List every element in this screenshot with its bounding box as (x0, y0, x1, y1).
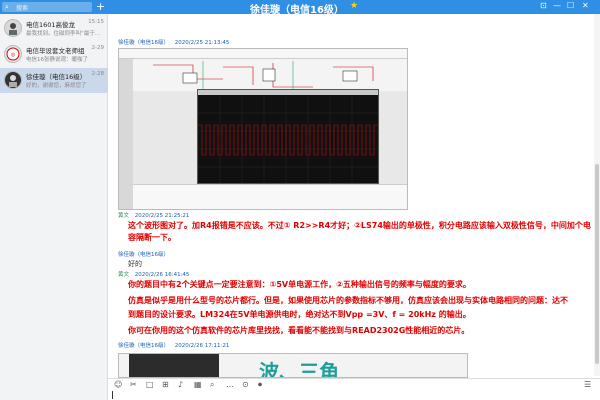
close-button[interactable]: ✕ (582, 1, 589, 10)
svg-text:◎: ◎ (11, 52, 16, 58)
message-header: 徐佳璇（电信16级） 2020/2/26 17:11:21 (118, 341, 229, 349)
conversation-preview: 好的，谢谢您，麻烦您了 (26, 83, 87, 89)
image-icon[interactable]: ⊞ (162, 380, 169, 389)
message-text: 好的 (128, 260, 142, 268)
maximize-button[interactable]: ☐ (567, 1, 574, 10)
sender-name: 徐佳璇（电信16级） (118, 40, 169, 46)
search-placeholder: 搜索 (16, 5, 29, 12)
top-bar: ⌕ 搜索 + 徐佳璇（电信16级） ★ ⊡ — ☐ ✕ (0, 0, 600, 16)
scissors-icon[interactable]: ✂ (130, 380, 137, 389)
history-icon[interactable]: ☰ (584, 380, 591, 389)
conversation-name: 徐佳璇（电信16级） (26, 73, 87, 81)
text-caret (112, 391, 113, 399)
schematic-area (133, 59, 407, 91)
message-input[interactable] (108, 390, 600, 400)
grid-icon[interactable]: ▦ (194, 380, 202, 389)
conversation-time: 2-29 (91, 45, 104, 51)
screenshot-text: 波、三角 (259, 360, 339, 378)
remote-icon[interactable]: ⊙ (242, 380, 249, 389)
screenshot-image[interactable]: 波、三角 (118, 353, 468, 378)
record-icon[interactable]: ⏺ (258, 380, 262, 390)
conversation-name: 电信1601高俊龙 (26, 21, 76, 29)
message-text: 这个波形图对了。加R4报错是不应该。不过① R2>>R4才好；②LS74输出的单… (128, 221, 591, 242)
star-icon[interactable]: ★ (350, 1, 358, 11)
chat-panel: 徐佳璇（电信16级） 2020/2/25 21:13:45 黄文 2020/2/… (108, 14, 600, 400)
conversation-name: 电信毕设套文老师组 (26, 47, 85, 55)
conversation-time: 15:15 (88, 19, 104, 25)
search-history-icon[interactable]: ⌕ (210, 380, 214, 390)
sender-name: 徐佳璇（电信16级） (118, 252, 169, 258)
sender-name: 徐佳璇（电信16级） (118, 343, 169, 349)
screenshot-image[interactable] (118, 48, 408, 210)
avatar (4, 19, 22, 37)
avatar: ◎ (4, 45, 22, 63)
message-header: 徐佳璇（电信16级） 2020/2/25 21:13:45 (118, 38, 229, 46)
conversation-preview: 最我找到。住磁同李叫“最于… (26, 31, 101, 37)
message-text: 仿真是似乎是用什么型号的芯片都行。但是，如果使用芯片的参数指标不够用，仿真应该会… (128, 296, 568, 305)
scrollbar-thumb[interactable] (595, 164, 599, 364)
message-time: 2020/2/25 21:13:45 (174, 40, 230, 46)
emoji-icon[interactable]: ☺ (114, 380, 122, 389)
message-time: 2020/2/25 21:25:21 (134, 213, 190, 219)
screenshot-dark-area (129, 354, 219, 377)
oscilloscope-window (197, 89, 379, 184)
message-time: 2020/2/26 16:41:45 (134, 272, 190, 278)
conversation-time: 2-28 (91, 71, 104, 77)
search-icon: ⌕ (5, 3, 9, 11)
simulator-toolbox (119, 59, 133, 209)
file-icon[interactable]: □ (146, 380, 154, 389)
chat-scrollbar[interactable] (594, 14, 600, 376)
minimize-button[interactable]: — (553, 1, 561, 10)
avatar (4, 71, 22, 89)
message-header: 徐佳璇（电信16级） (118, 250, 169, 258)
conversation-item[interactable]: 电信1601高俊龙 最我找到。住磁同李叫“最于… 15:15 (0, 16, 108, 41)
sender-name: 黄文 (118, 213, 130, 219)
more-icon[interactable]: … (226, 380, 234, 389)
input-toolbar: ☺ ✂ □ ⊞ ♪ ▦ ⌕ … ⊙ ⏺ ☰ (108, 378, 600, 390)
add-button[interactable]: + (96, 0, 105, 14)
message-text: 你的题目中有2个关键点一定要注意到：①5V单电源工作，②五种输出信号的频率与幅度… (128, 280, 471, 289)
pin-icon[interactable]: ⊡ (540, 1, 547, 10)
simulator-statusbar (133, 184, 407, 209)
sender-name: 黄文 (118, 272, 130, 278)
message-header: 黄文 2020/2/26 16:41:45 (118, 270, 189, 278)
message-header: 黄文 2020/2/25 21:25:21 (118, 211, 189, 219)
message-text: 到题目的设计要求。LM324在5V单电源供电时，绝对达不到Vpp =3V、f =… (128, 310, 471, 319)
message-text: 你可在你用的这个仿真软件的芯片库里找找，看看能不能找到与READ2302G性能相… (128, 326, 470, 335)
simulator-menubar (119, 49, 407, 59)
conversation-item[interactable]: ◎ 电信毕设套文老师组 电信16张静说观：暖咖了 2-29 (0, 42, 108, 67)
conversation-list: 电信1601高俊龙 最我找到。住磁同李叫“最于… 15:15 ◎ 电信毕设套文老… (0, 14, 108, 400)
search-box[interactable]: ⌕ 搜索 (2, 2, 92, 12)
conversation-item-selected[interactable]: 徐佳璇（电信16级） 好的，谢谢您，麻烦您了 2-28 (0, 68, 108, 93)
message-time: 2020/2/26 17:11:21 (174, 343, 230, 349)
conversation-preview: 电信16张静说观：暖咖了 (26, 57, 88, 63)
music-icon[interactable]: ♪ (178, 380, 183, 389)
